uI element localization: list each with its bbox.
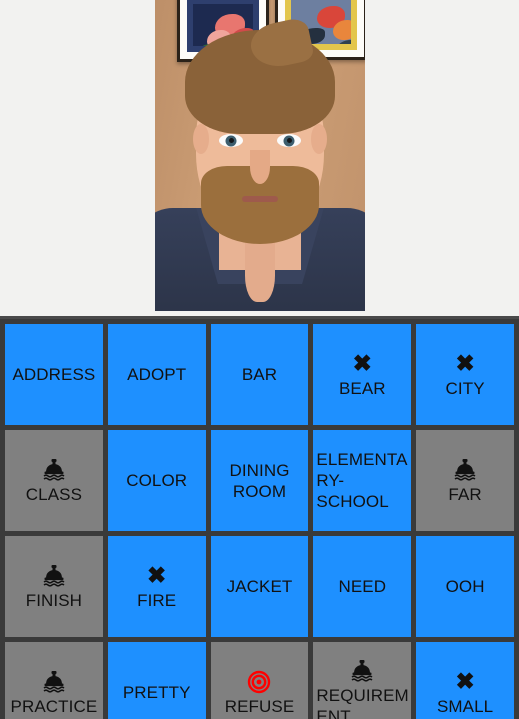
symbol-cell[interactable]: COLOR [107,430,206,531]
symbol-cell-label: BAR [241,365,278,384]
symbol-cell[interactable]: JACKET [210,536,309,637]
symbol-cell-label: JACKET [226,577,293,596]
communication-board-app: ADDRESS ADOPT BAR ✖ BEAR ✖ CITY CLASS COLOR DININ… [0,0,519,719]
symbol-cell-label: FINISH [25,590,83,610]
ship-icon-svg [43,670,65,693]
symbol-cell[interactable]: ✖ FIRE [107,536,206,637]
symbol-cell-label: CITY [445,378,485,398]
ship-icon-svg [454,458,476,481]
subject-nose [250,150,270,184]
x-mark-glyph: ✖ [455,350,475,376]
symbol-cell-label: FAR [448,484,482,504]
symbol-cell-label: CLASS [25,484,83,504]
symbol-cell[interactable]: PRACTICE [5,642,103,719]
symbol-cell-label: ELEMENTARY-SCHOOL [316,450,408,511]
symbol-cell-label: COLOR [126,471,188,490]
symbol-grid: ADDRESS ADOPT BAR ✖ BEAR ✖ CITY CLASS COLOR DININ… [0,316,519,719]
symbol-cell[interactable]: DINING ROOM [210,430,309,531]
x-mark-icon: ✖ [147,563,166,589]
symbol-cell-label: PRETTY [122,683,191,702]
ship-icon [41,669,67,695]
symbol-cell-label: BEAR [338,378,386,398]
pupil [283,135,295,146]
shirt-opening [245,236,275,302]
symbol-cell[interactable]: NEED [313,536,412,637]
symbol-cell[interactable]: REQUIREMENT [313,642,412,719]
pupil [225,135,237,146]
symbol-cell[interactable]: FAR [416,430,514,531]
ship-icon [41,457,67,483]
symbol-cell[interactable]: ✖ BEAR [313,324,412,425]
symbol-cell-label: REFUSE [224,696,295,716]
symbol-cell[interactable]: ADOPT [107,324,206,425]
x-mark-glyph: ✖ [352,350,372,376]
symbol-cell[interactable]: ✖ SMALL [416,642,514,719]
symbol-cell-label: ADOPT [127,365,187,384]
x-mark-glyph: ✖ [147,562,167,588]
subject-ear-left [193,124,209,154]
flower-petal [333,20,351,40]
target-icon [247,669,271,695]
x-mark-icon: ✖ [455,351,474,377]
x-mark-icon: ✖ [455,669,474,695]
symbol-cell[interactable]: ELEMENTARY-SCHOOL [313,430,412,531]
subject-ear-right [311,124,327,154]
ship-icon-svg [43,458,65,481]
symbol-cell[interactable]: PRETTY [107,642,206,719]
symbol-cell[interactable]: ADDRESS [5,324,103,425]
symbol-cell[interactable]: REFUSE [210,642,309,719]
ship-icon-svg [351,660,373,682]
x-mark-icon: ✖ [353,351,372,377]
leaf [337,40,351,44]
symbol-cell-label: FIRE [137,590,177,610]
symbol-cell-label: NEED [338,577,387,596]
ship-icon-svg [43,564,65,587]
subject-mouth [242,196,278,202]
webcam-video-feed[interactable] [155,0,365,311]
symbol-cell-label: PRACTICE [10,696,98,716]
x-mark-glyph: ✖ [455,668,475,694]
symbol-cell-label: DINING ROOM [229,460,290,501]
ship-icon [41,563,67,589]
symbol-cell[interactable]: OOH [416,536,514,637]
symbol-cell-label: ADDRESS [12,365,96,384]
symbol-cell-label: REQUIREMENT [316,686,409,719]
symbol-cell[interactable]: BAR [210,324,309,425]
subject-eye-right [277,134,301,147]
ship-icon [349,658,375,684]
symbol-cell[interactable]: CLASS [5,430,103,531]
ship-icon [452,457,478,483]
subject-eye-left [219,134,243,147]
symbol-cell[interactable]: ✖ CITY [416,324,514,425]
symbol-cell-label: SMALL [436,696,494,716]
target-icon-svg [248,670,271,693]
symbol-cell[interactable]: FINISH [5,536,103,637]
symbol-cell-label: OOH [445,577,485,596]
